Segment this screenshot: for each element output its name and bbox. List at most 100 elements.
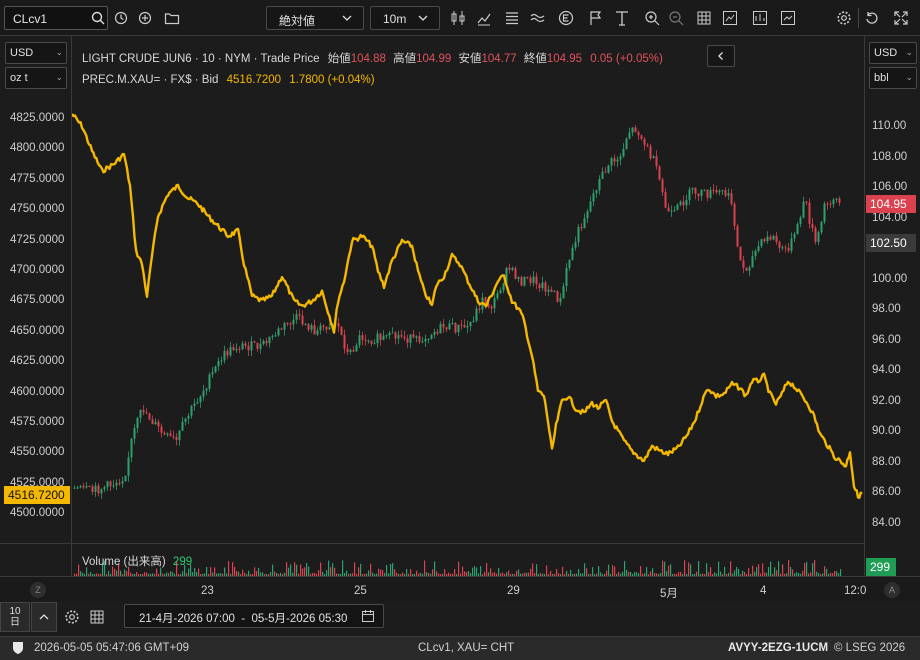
settings-icon[interactable]: [836, 10, 852, 26]
event-icon[interactable]: [558, 10, 574, 26]
volume-bar: [646, 567, 648, 576]
period-value: 10: [9, 606, 21, 617]
reset-icon[interactable]: [864, 10, 880, 26]
left-currency-select[interactable]: USD ⌄: [5, 42, 67, 64]
text-tool-icon[interactable]: [614, 10, 630, 26]
volume-bar: [354, 562, 356, 576]
period-selector[interactable]: 10 日: [0, 602, 30, 632]
crude-candle: [694, 187, 697, 194]
gold-value: 4516.7200: [226, 74, 282, 86]
crude-candle: [427, 338, 430, 340]
volume-bar: [562, 566, 564, 576]
volume-bar: [410, 569, 412, 576]
crude-candle: [646, 144, 649, 147]
gear-icon[interactable]: [64, 609, 80, 625]
volume-bar: [592, 567, 594, 576]
wave-icon[interactable]: [530, 10, 546, 26]
crude-candle: [592, 193, 595, 202]
status-bar: 2026-05-05 05:47:06 GMT+09 CLcv1, XAU= C…: [0, 636, 920, 660]
chart-add-icon[interactable]: [722, 10, 738, 26]
scale-mode-dropdown[interactable]: 絶対値: [266, 6, 364, 30]
crude-candle: [598, 179, 601, 191]
x-axis-tick: 5月: [660, 588, 678, 600]
volume-bar: [530, 568, 532, 576]
volume-bar: [556, 569, 558, 576]
crude-candle: [796, 224, 799, 234]
crude-candle: [685, 200, 688, 206]
crude-candle: [610, 158, 613, 166]
crude-candle: [655, 156, 658, 167]
crude-candle: [508, 267, 511, 270]
volume-bar: [736, 567, 738, 576]
crude-candle: [136, 418, 139, 429]
symbol-search-box[interactable]: CLcv1: [4, 6, 108, 30]
volume-bar: [272, 564, 274, 576]
crude-candle: [799, 217, 802, 225]
volume-bar: [194, 567, 196, 576]
crude-candle: [223, 350, 226, 361]
zoom-out-icon[interactable]: [668, 10, 684, 26]
period-up-button[interactable]: [31, 602, 57, 632]
crude-candle: [181, 421, 184, 431]
crude-candle: [292, 319, 295, 325]
right-unit-select[interactable]: bbl ⌄: [869, 67, 917, 89]
volume-bar: [768, 567, 770, 576]
left-unit-select[interactable]: oz t ⌄: [5, 67, 67, 89]
volume-pane[interactable]: Volume (出来高) 299: [72, 544, 864, 576]
volume-bar: [188, 568, 190, 576]
volume-bar: [156, 568, 158, 576]
data-table-icon[interactable]: [89, 609, 105, 625]
flag-icon[interactable]: [588, 10, 604, 26]
chart-compare-icon[interactable]: [752, 10, 768, 26]
search-icon[interactable]: [91, 11, 105, 25]
crude-candle: [115, 482, 118, 486]
volume-bar: [320, 562, 322, 576]
zoom-in-icon[interactable]: [644, 10, 660, 26]
volume-bar: [254, 567, 256, 576]
indicator-icon[interactable]: [476, 10, 492, 26]
crude-candle: [412, 334, 415, 338]
volume-bar: [814, 560, 816, 576]
candlestick-icon[interactable]: [450, 10, 466, 26]
crude-candle: [85, 486, 88, 488]
symbol-input[interactable]: CLcv1: [13, 12, 47, 26]
chevron-down-icon: ⌄: [55, 72, 63, 82]
left-axis-tick: 4500.0000: [10, 507, 65, 520]
crude-candle: [346, 348, 349, 352]
crude-candle: [166, 433, 169, 435]
crude-candle: [502, 283, 505, 291]
calendar-icon[interactable]: [361, 609, 375, 623]
date-range-input[interactable]: 21-4月-2026 07:00 - 05-5月-2026 05:30: [124, 604, 384, 628]
crude-candle: [295, 314, 298, 320]
x-axis-right-button[interactable]: A: [884, 582, 900, 598]
interval-dropdown[interactable]: 10m: [370, 6, 440, 30]
crude-candle: [244, 343, 247, 346]
right-axis-tick: 104.00: [872, 211, 908, 224]
add-instrument-icon[interactable]: [138, 11, 152, 25]
left-axis-tick: 4800.0000: [10, 142, 65, 155]
crude-candle: [466, 326, 469, 328]
crude-candle: [352, 350, 355, 352]
right-currency-select[interactable]: USD ⌄: [869, 42, 917, 64]
clock-icon[interactable]: [114, 11, 128, 25]
crude-candle: [793, 233, 796, 239]
list-icon[interactable]: [504, 10, 520, 26]
expand-icon[interactable]: [893, 10, 909, 26]
folder-icon[interactable]: [164, 11, 180, 25]
x-axis-left-button[interactable]: Z: [30, 582, 46, 598]
table-icon[interactable]: [696, 10, 712, 26]
crude-candle: [616, 159, 619, 162]
crude-candle: [442, 323, 445, 328]
close-value: 104.95: [546, 53, 583, 65]
chart-layout-icon[interactable]: [780, 10, 796, 26]
volume-legend: Volume (出来高) 299: [82, 553, 192, 569]
crude-candle: [145, 412, 148, 414]
crude-candle: [397, 335, 400, 339]
crude-candle: [832, 199, 835, 205]
crude-candle: [544, 282, 547, 292]
chart-canvas[interactable]: [72, 36, 864, 543]
crude-candle: [730, 193, 733, 204]
volume-bar: [300, 564, 302, 576]
collapse-legend-button[interactable]: [707, 45, 735, 67]
crude-candle: [457, 324, 460, 333]
